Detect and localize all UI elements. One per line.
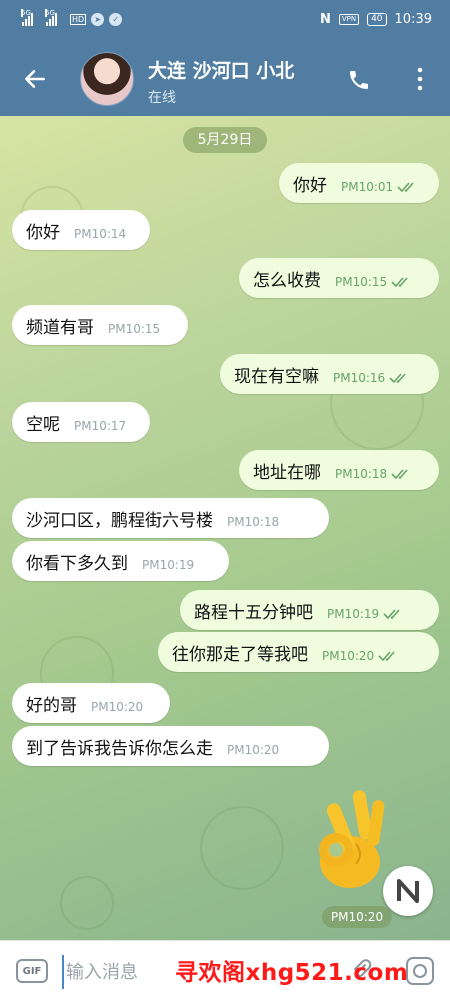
shield-icon: ✓ <box>109 12 123 26</box>
message-time: PM10:20 <box>227 743 280 757</box>
message-text: 到了告诉我告诉你怎么走 <box>26 738 213 759</box>
double-check-icon <box>389 373 406 384</box>
signal-icon: 5G <box>21 9 33 26</box>
message-bubble-out[interactable]: 地址在哪 PM10:18 <box>239 450 439 490</box>
date-separator: 5月29日 <box>183 127 267 153</box>
message-text: 你看下多久到 <box>26 553 128 574</box>
message-bubble-in[interactable]: 你看下多久到 PM10:19 <box>12 541 229 581</box>
message-bubble-out[interactable]: 怎么收费 PM10:15 <box>239 258 439 298</box>
message-bubble-in[interactable]: 你好 PM10:14 <box>12 210 150 250</box>
avatar[interactable] <box>80 52 134 106</box>
message-bubble-out[interactable]: 现在有空嘛 PM10:16 <box>220 354 439 394</box>
clock: 10:39 <box>394 12 432 27</box>
double-check-icon <box>383 609 400 620</box>
nfc-icon: N <box>319 12 331 27</box>
ok-hand-sticker-icon[interactable] <box>312 784 392 892</box>
message-time: PM10:16 <box>333 371 386 385</box>
message-input-bar: GIF 寻欢阁xhg521.com <box>0 940 450 1001</box>
back-arrow-icon[interactable] <box>22 66 48 92</box>
message-text: 频道有哥 <box>26 317 94 338</box>
background-doodle <box>60 876 114 930</box>
message-time: PM10:15 <box>335 275 388 289</box>
message-time: PM10:15 <box>108 322 161 336</box>
chat-header: 大连 沙河口 小北 在线 <box>0 44 450 116</box>
message-time: PM10:01 <box>341 180 394 194</box>
status-bar: 5G 5G HD ➤ ✓ N VPN 40 10:39 <box>0 0 450 44</box>
message-text: 往你那走了等我吧 <box>172 644 308 665</box>
telegram-icon: ➤ <box>91 12 105 26</box>
message-text: 沙河口区，鹏程街六号楼 <box>26 510 213 531</box>
message-time: PM10:20 <box>91 700 144 714</box>
watermark-text: 寻欢阁xhg521.com <box>175 960 409 986</box>
message-bubble-in[interactable]: 到了告诉我告诉你怎么走 PM10:20 <box>12 726 329 766</box>
message-text: 你好 <box>293 175 327 196</box>
message-text: 空呢 <box>26 414 60 435</box>
more-menu-icon[interactable] <box>414 66 426 92</box>
message-text: 你好 <box>26 222 60 243</box>
message-time: PM10:19 <box>142 558 195 572</box>
gif-button[interactable]: GIF <box>16 959 48 983</box>
message-bubble-in[interactable]: 好的哥 PM10:20 <box>12 683 170 723</box>
message-text: 路程十五分钟吧 <box>194 602 313 623</box>
message-text: 怎么收费 <box>253 270 321 291</box>
online-status: 在线 <box>148 90 176 106</box>
message-time: PM10:19 <box>327 607 380 621</box>
hd-badge: HD <box>70 13 87 25</box>
message-text: 现在有空嘛 <box>234 366 319 387</box>
double-check-icon <box>397 182 414 193</box>
message-bubble-out[interactable]: 路程十五分钟吧 PM10:19 <box>180 590 439 630</box>
message-bubble-in[interactable]: 沙河口区，鹏程街六号楼 PM10:18 <box>12 498 329 538</box>
message-text: 地址在哪 <box>253 462 321 483</box>
double-check-icon <box>378 651 395 662</box>
battery-icon: 40 <box>367 13 387 26</box>
message-text: 好的哥 <box>26 695 77 716</box>
camera-icon[interactable] <box>406 957 434 985</box>
double-check-icon <box>391 277 408 288</box>
phone-icon[interactable] <box>347 68 371 92</box>
message-time: PM10:14 <box>74 227 127 241</box>
chat-area[interactable]: 5月29日 你好 PM10:01 你好 PM10:14 怎么收费 PM10:15… <box>0 116 450 940</box>
message-bubble-out[interactable]: 往你那走了等我吧 PM10:20 <box>158 632 439 672</box>
message-bubble-in[interactable]: 空呢 PM10:17 <box>12 402 150 442</box>
message-time: PM10:18 <box>335 467 388 481</box>
signal-icon-2: 5G <box>45 9 57 26</box>
double-check-icon <box>391 469 408 480</box>
message-time: PM10:20 <box>322 649 375 663</box>
background-doodle <box>200 806 284 890</box>
sticker-time: PM10:20 <box>322 906 392 928</box>
floating-n-icon[interactable] <box>383 866 433 916</box>
vpn-badge: VPN <box>338 14 360 25</box>
chat-title[interactable]: 大连 沙河口 小北 <box>148 56 294 83</box>
message-time: PM10:18 <box>227 515 280 529</box>
message-bubble-out[interactable]: 你好 PM10:01 <box>279 163 439 203</box>
message-time: PM10:17 <box>74 419 127 433</box>
message-bubble-in[interactable]: 频道有哥 PM10:15 <box>12 305 188 345</box>
